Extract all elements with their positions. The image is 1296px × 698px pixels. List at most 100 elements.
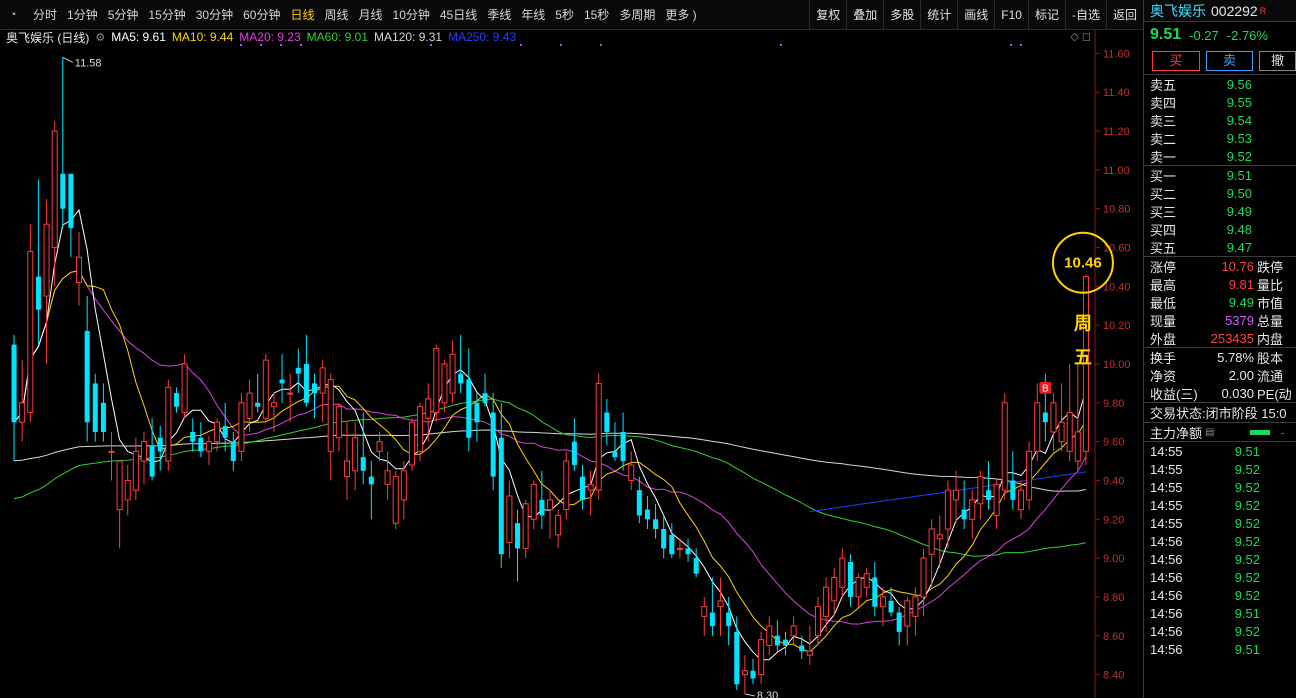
toolbar-action-button[interactable]: 标记 [1027, 0, 1065, 30]
period-tab[interactable]: 多周期 [614, 0, 660, 30]
buy-level-row: 买二 9.50 [1144, 184, 1296, 202]
candle-body-up [76, 256, 83, 283]
candle-body-down [644, 509, 650, 520]
ma-legend-item: MA10: 9.44 [171, 30, 234, 44]
tick-list[interactable]: 14:55 9.51 14:55 9.52 14:55 9.52 14:55 9.52 14:5… [1144, 441, 1296, 658]
period-tab[interactable]: 15秒 [579, 0, 614, 30]
candle-body-up [839, 557, 846, 588]
stat-row: 收益(三) 0.030 PE(动 [1144, 384, 1296, 402]
level-price: 9.52 [1226, 148, 1252, 164]
price-change-pct: -2.76% [1226, 27, 1268, 43]
period-tab[interactable]: 5秒 [550, 0, 579, 30]
toolbar-action-button[interactable]: -自选 [1064, 0, 1106, 30]
low-label: 8.30 [757, 690, 778, 698]
toolbar-action-button[interactable]: 统计 [920, 0, 957, 30]
period-tab[interactable]: 日线 [285, 0, 319, 30]
level-label: 买五 [1150, 240, 1177, 256]
candle-body-up [831, 577, 838, 602]
signal-dot [780, 44, 782, 46]
period-tab[interactable]: 60分钟 [238, 0, 285, 30]
b-marker-label: B [1042, 384, 1049, 395]
period-tab[interactable]: 周线 [319, 0, 353, 30]
y-tick-label: 9.80 [1103, 398, 1124, 410]
period-tab[interactable]: 45日线 [435, 0, 482, 30]
candle-body-up [806, 650, 813, 656]
candle-body-up [993, 483, 1000, 516]
stat-extra-label: 股本 [1257, 350, 1284, 366]
candle-body-up [920, 557, 927, 598]
y-tick-label: 8.60 [1103, 631, 1124, 643]
candle-body-up [327, 379, 334, 452]
candle-body-up [530, 483, 537, 520]
low-pointer [744, 693, 755, 697]
candle-body-down [961, 509, 967, 520]
candle-body-up [717, 600, 724, 608]
period-tab[interactable]: 15分钟 [143, 0, 190, 30]
candle-body-down [669, 534, 675, 555]
toolbar-action-button[interactable]: 复权 [809, 0, 846, 30]
period-tab[interactable]: 10分钟 [388, 0, 435, 30]
stat-label: 最低 [1150, 295, 1177, 311]
candle-body-up [43, 223, 50, 297]
kline-chart[interactable]: 8.40 8.60 8.80 9.00 9.20 9.40 9.60 9.80 10.00 10.… [0, 30, 1143, 698]
period-tab[interactable]: 更多 ) [660, 0, 701, 30]
candle-body-up [19, 402, 26, 423]
y-tick-label: 10.20 [1103, 320, 1131, 332]
candle-body-down [482, 393, 488, 403]
tick-time: 14:56 [1150, 605, 1183, 621]
toolbar-action-button[interactable]: F10 [994, 0, 1028, 30]
settings-icon[interactable]: ⚙ [95, 31, 105, 44]
candle-body-up [758, 639, 765, 676]
y-tick-label: 11.00 [1103, 165, 1130, 177]
toolbar-action-button[interactable]: 叠加 [846, 0, 883, 30]
y-tick-label: 10.40 [1103, 281, 1131, 293]
price-row: 9.51 -0.27 -2.76% [1144, 22, 1296, 48]
cancel-button[interactable]: 撤 [1259, 51, 1296, 71]
period-tab[interactable]: 季线 [482, 0, 516, 30]
candle-body-up [506, 495, 513, 544]
ma-legend-item: MA60: 9.01 [306, 30, 369, 44]
level-price: 9.50 [1226, 185, 1252, 201]
toolbar-action-button[interactable]: 多股 [883, 0, 920, 30]
toolbar-action-button[interactable]: 返回 [1105, 0, 1143, 30]
main-flow-row: 主力净额 ▤ - [1144, 422, 1296, 441]
tick-time: 14:56 [1150, 623, 1183, 639]
candle-body-up [944, 489, 951, 530]
list-icon[interactable]: ▤ [1205, 427, 1214, 438]
candle-body-down [734, 631, 740, 685]
candle-body-up [1026, 450, 1033, 501]
stat-row: 现量 5379 总量 [1144, 311, 1296, 329]
candle-body-up [392, 476, 399, 524]
level-price: 9.56 [1226, 76, 1252, 92]
toolbar-grip-icon[interactable]: ▪ [0, 0, 28, 30]
chart-corner-controls[interactable]: ◇ ◻ [1070, 30, 1091, 43]
candle-body-down [303, 364, 309, 403]
candle-body-down [311, 383, 318, 394]
stat-label: 最高 [1150, 277, 1177, 293]
buy-button[interactable]: 买 [1152, 51, 1200, 71]
signal-dot [430, 44, 432, 46]
trade-status-value: 闭市阶段 15:0 [1205, 406, 1287, 421]
toolbar-action-button[interactable]: 画线 [957, 0, 994, 30]
candle-body-down [255, 402, 261, 407]
period-tab[interactable]: 5分钟 [103, 0, 144, 30]
period-tab[interactable]: 年线 [516, 0, 550, 30]
candle-body-up [343, 460, 351, 478]
level-price: 9.48 [1226, 221, 1252, 237]
candle-body-down [1010, 480, 1016, 500]
sell-level-row: 卖三 9.54 [1144, 111, 1296, 129]
tick-time: 14:55 [1150, 461, 1183, 477]
quote-panel: 奥飞娱乐 002292 R 9.51 -0.27 -2.76% 买 卖 撤 卖五… [1143, 0, 1296, 698]
period-tab[interactable]: 30分钟 [191, 0, 238, 30]
ma-legend-item: MA250: 9.43 [448, 30, 517, 44]
signal-dot [520, 44, 522, 46]
y-tick-label: 10.80 [1103, 204, 1131, 216]
y-tick-label: 11.40 [1103, 87, 1130, 99]
period-tab[interactable]: 月线 [354, 0, 388, 30]
tick-price: 9.51 [1234, 605, 1260, 621]
main-flow-label: 主力净额 [1150, 425, 1203, 441]
period-tab[interactable]: 1分钟 [62, 0, 103, 30]
period-tab[interactable]: 分时 [28, 0, 62, 30]
signal-dot [1010, 44, 1012, 46]
sell-button[interactable]: 卖 [1205, 51, 1254, 71]
